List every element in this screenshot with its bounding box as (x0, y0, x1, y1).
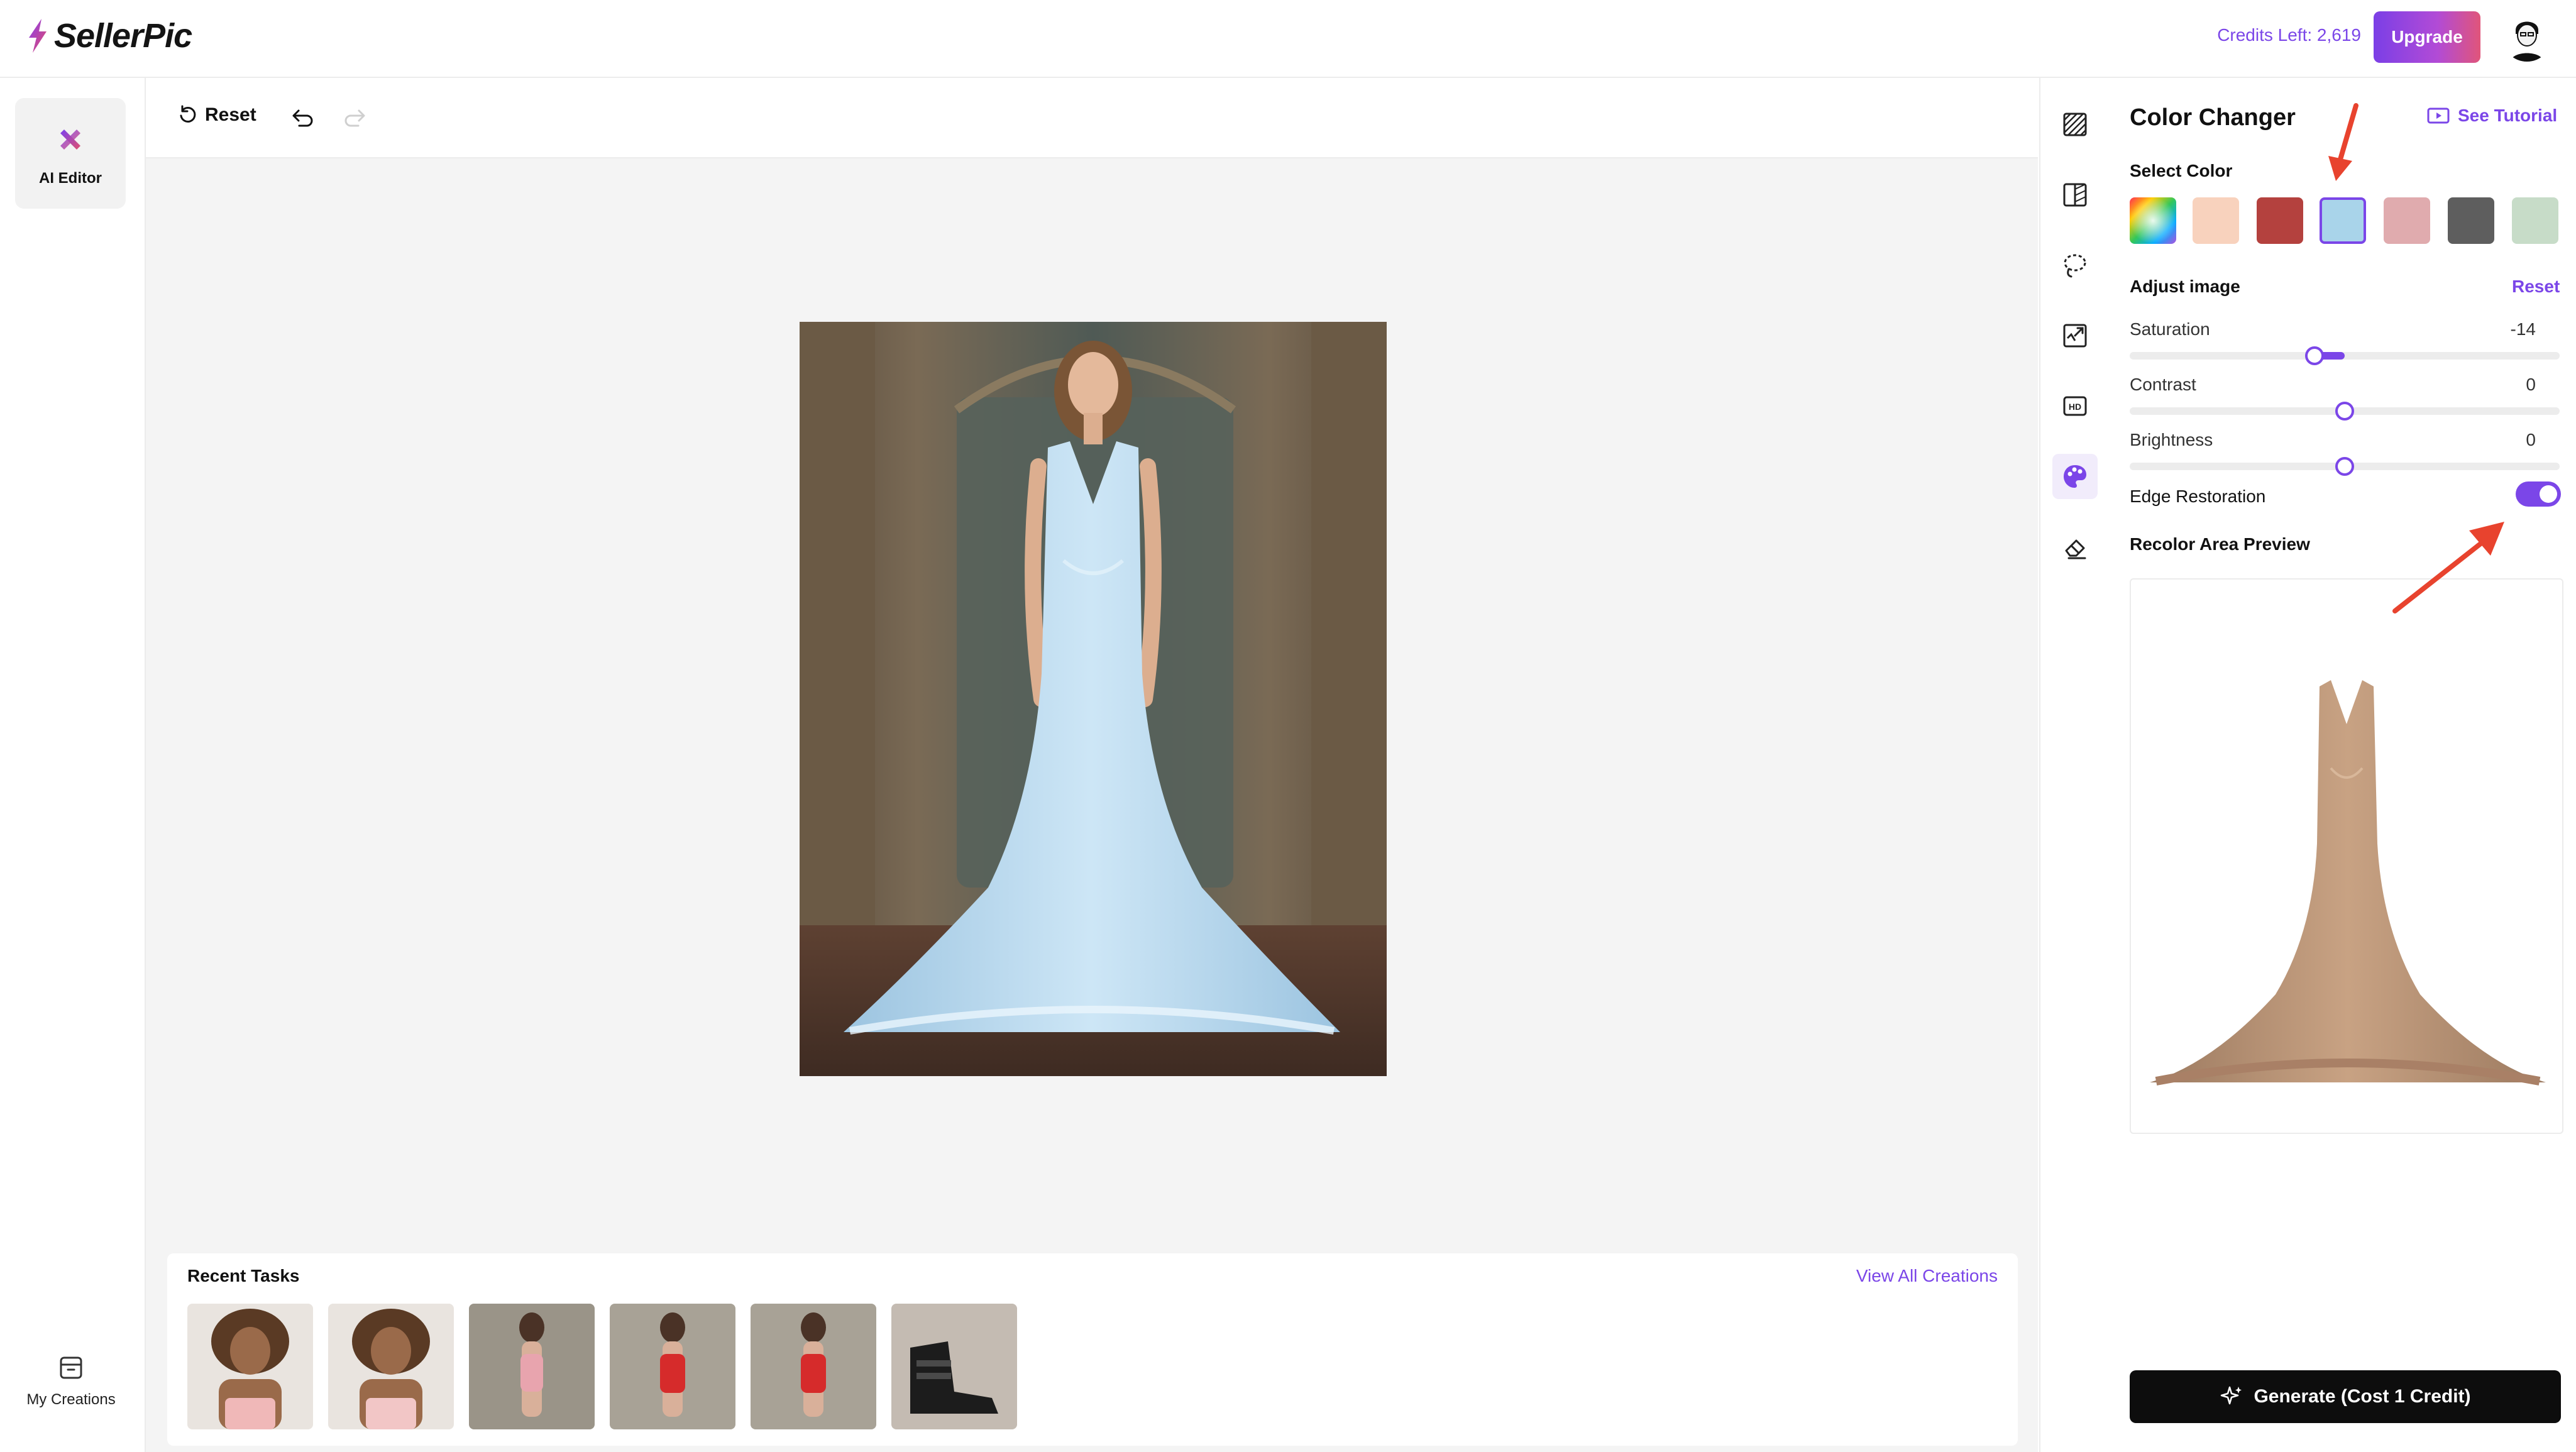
brightness-thumb[interactable] (2335, 457, 2354, 476)
edge-restoration-toggle[interactable] (2516, 481, 2561, 507)
edge-restoration-label: Edge Restoration (2130, 487, 2266, 506)
nav-my-creations[interactable]: My Creations (11, 1354, 131, 1409)
recent-task-thumbnail[interactable] (469, 1304, 595, 1429)
tool-background[interactable] (2052, 102, 2098, 147)
recolor-preview-label: Recolor Area Preview (2130, 534, 2310, 554)
hd-icon: HD (2063, 396, 2087, 416)
see-tutorial-link[interactable]: See Tutorial (2426, 106, 2557, 126)
recent-tasks-title: Recent Tasks (187, 1266, 300, 1285)
tool-eraser[interactable] (2052, 524, 2098, 569)
rainbow-picker-icon (2130, 197, 2176, 244)
svg-text:HD: HD (2069, 402, 2081, 412)
generate-button-label: Generate (Cost 1 Credit) (2254, 1386, 2471, 1407)
generate-button[interactable]: Generate (Cost 1 Credit) (2130, 1370, 2561, 1423)
recent-task-thumbnail[interactable] (610, 1304, 735, 1429)
toggle-knob (2540, 485, 2557, 503)
credits-left: Credits Left: 2,619 (2217, 25, 2361, 45)
swatch-light-blue-selected[interactable] (2320, 197, 2366, 244)
sparkle-icon (2221, 1386, 2242, 1405)
app-name: SellerPic (54, 17, 192, 55)
saturation-thumb[interactable] (2305, 346, 2325, 365)
recent-task-thumbnail[interactable] (891, 1304, 1017, 1429)
annotation-arrow-icon (2392, 522, 2504, 613)
tool-expand[interactable] (2052, 313, 2098, 358)
top-bar: SellerPic Credits Left: 2,619 Upgrade (0, 0, 2576, 78)
recent-task-image (187, 1304, 313, 1429)
select-color-label: Select Color (2130, 161, 2233, 180)
expand-image-icon (2063, 324, 2087, 348)
contrast-value: 0 (2526, 375, 2536, 394)
recent-tasks: Recent Tasks View All Creations (167, 1253, 2018, 1446)
undo-icon[interactable] (285, 102, 317, 133)
swatch-red[interactable] (2257, 197, 2303, 244)
reset-icon (180, 105, 196, 123)
adjust-reset-link[interactable]: Reset (2512, 277, 2560, 297)
redo-icon[interactable] (341, 102, 372, 133)
panel-title: Color Changer (2130, 104, 2296, 131)
dress-photo (800, 322, 1387, 1076)
editor-toolbar: Reset (146, 78, 2038, 158)
recent-task-image (751, 1304, 876, 1429)
recent-task-image (610, 1304, 735, 1429)
tool-model[interactable] (2052, 172, 2098, 217)
swatch-peach[interactable] (2193, 197, 2239, 244)
editor-main: Reset Recent Tasks View All Creations (146, 78, 2038, 1452)
archive-box-icon (60, 1356, 82, 1379)
recent-task-image (891, 1304, 1017, 1429)
nav-ai-editor[interactable]: AI Editor (15, 98, 126, 209)
recent-task-thumbnail[interactable] (751, 1304, 876, 1429)
palette-icon (2064, 465, 2086, 488)
brightness-label: Brightness (2130, 430, 2213, 449)
nav-my-creations-label: My Creations (26, 1391, 116, 1408)
saturation-slider[interactable] (2130, 346, 2560, 365)
tool-color-changer[interactable] (2052, 454, 2098, 499)
swatch-dark-gray[interactable] (2448, 197, 2494, 244)
eraser-icon (2065, 539, 2086, 559)
nav-ai-editor-label: AI Editor (39, 170, 102, 187)
annotation-arrow-icon (2328, 103, 2359, 181)
brightness-value: 0 (2526, 430, 2536, 449)
tool-hd[interactable]: HD (2052, 383, 2098, 429)
recolor-mask-image (2150, 680, 2546, 1086)
reset-button[interactable]: Reset (177, 104, 256, 126)
saturation-value: -14 (2510, 319, 2536, 339)
view-all-creations-link[interactable]: View All Creations (1856, 1266, 1998, 1286)
recent-task-thumbnail[interactable] (187, 1304, 313, 1429)
recolor-area-preview (2130, 578, 2563, 1134)
brightness-slider[interactable] (2130, 457, 2560, 476)
swatch-pink[interactable] (2384, 197, 2430, 244)
see-tutorial-label: See Tutorial (2458, 106, 2558, 125)
reset-button-label: Reset (205, 104, 256, 125)
avatar[interactable] (2502, 11, 2552, 62)
swatch-custom-color[interactable] (2130, 197, 2176, 244)
tool-lasso[interactable] (2052, 243, 2098, 288)
saturation-label: Saturation (2130, 319, 2210, 339)
bolt-logo-icon (29, 19, 47, 53)
swatch-sage[interactable] (2512, 197, 2558, 244)
video-icon (2427, 107, 2450, 124)
sellerpic-logo[interactable]: SellerPic (25, 14, 192, 58)
split-image-icon (2063, 183, 2087, 207)
recent-task-image (469, 1304, 595, 1429)
magic-wand-icon (60, 129, 80, 150)
main-canvas-image[interactable] (800, 322, 1387, 1076)
contrast-thumb[interactable] (2335, 402, 2354, 421)
recent-task-thumbnail[interactable] (328, 1304, 454, 1429)
contrast-label: Contrast (2130, 375, 2196, 394)
upgrade-button[interactable]: Upgrade (2374, 11, 2480, 63)
adjust-image-label: Adjust image (2130, 277, 2240, 296)
hatched-square-icon (2063, 113, 2087, 136)
left-sidebar: AI Editor My Creations (0, 78, 146, 1452)
avatar-icon (2502, 11, 2552, 62)
recent-task-image (328, 1304, 454, 1429)
contrast-slider[interactable] (2130, 402, 2560, 421)
color-changer-panel: Color Changer See Tutorial Select Color (2110, 78, 2576, 1452)
lasso-select-icon (2064, 254, 2086, 278)
tool-strip: HD (2039, 78, 2111, 1452)
